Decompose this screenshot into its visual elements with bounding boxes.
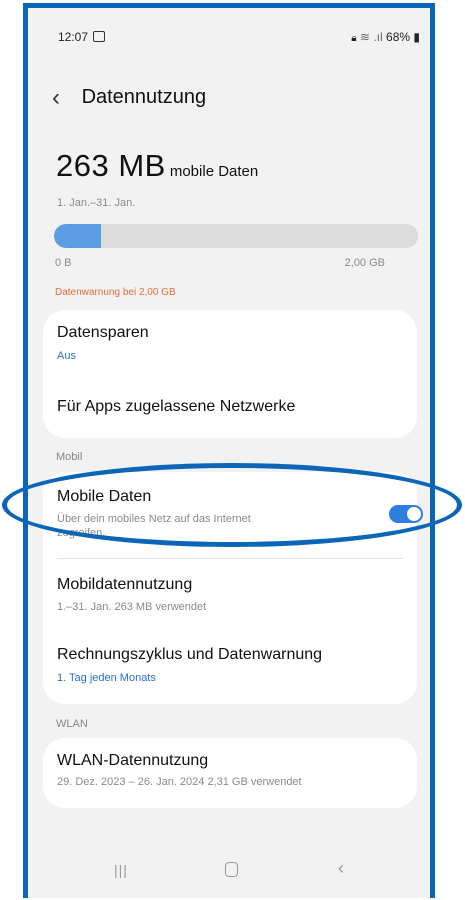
- nav-back-icon[interactable]: ‹: [338, 858, 344, 879]
- settings-card-saver: Datensparen Aus Für Apps zugelassene Net…: [43, 310, 417, 438]
- back-arrow-icon[interactable]: ‹: [52, 84, 76, 112]
- data-saver-value: Aus: [57, 350, 76, 362]
- allowed-networks-item[interactable]: Für Apps zugelassene Netzwerke: [43, 380, 417, 438]
- usage-summary: 263 MB mobile Daten: [56, 148, 258, 184]
- allowed-networks-title: Für Apps zugelassene Netzwerke: [57, 398, 296, 415]
- status-right: 🔒︎ ≋ .ıl 68% ▮: [351, 30, 420, 44]
- mobile-usage-subtitle: 1.–31. Jan. 263 MB verwendet: [57, 601, 207, 613]
- wifi-icon: ≋: [359, 30, 370, 44]
- mobile-usage-title: Mobildatennutzung: [57, 576, 193, 593]
- bar-min-label: 0 B: [55, 257, 72, 269]
- page-title: Datennutzung: [81, 86, 207, 108]
- usage-progress-bar: [54, 224, 418, 248]
- data-saver-item[interactable]: Datensparen Aus: [43, 310, 417, 374]
- data-warning-label: Datenwarnung bei 2,00 GB: [55, 287, 176, 298]
- status-bar: 12:07 🔒︎ ≋ .ıl 68% ▮: [58, 30, 420, 50]
- gallery-icon: [93, 31, 106, 42]
- signal-icon: .ıl: [373, 30, 383, 44]
- billing-cycle-title: Rechnungszyklus und Datenwarnung: [57, 646, 323, 663]
- battery-level: 68%: [386, 30, 411, 44]
- usage-amount: 263 MB: [56, 148, 166, 183]
- lock-icon: 🔒︎: [351, 33, 357, 44]
- usage-period: 1. Jan.–31. Jan.: [57, 197, 136, 209]
- highlight-ellipse: [2, 463, 462, 547]
- recent-apps-icon[interactable]: |||: [114, 862, 128, 878]
- battery-icon: ▮: [413, 30, 420, 44]
- data-saver-title: Datensparen: [57, 324, 149, 341]
- settings-card-wlan: WLAN-Datennutzung 29. Dez. 2023 – 26. Ja…: [43, 738, 417, 808]
- page-header: ‹ Datennutzung: [52, 84, 206, 112]
- mobile-usage-item[interactable]: Mobildatennutzung 1.–31. Jan. 263 MB ver…: [43, 560, 417, 630]
- section-header-wlan: WLAN: [56, 718, 88, 730]
- billing-cycle-value: 1. Tag jeden Monats: [57, 672, 156, 684]
- usage-label: mobile Daten: [169, 163, 259, 180]
- wlan-usage-subtitle: 29. Dez. 2023 – 26. Jan. 2024 2,31 GB ve…: [57, 776, 302, 788]
- status-time: 12:07: [58, 30, 106, 44]
- bar-max-label: 2,00 GB: [344, 257, 385, 269]
- wlan-usage-title: WLAN-Datennutzung: [57, 752, 209, 769]
- divider: [57, 558, 403, 559]
- usage-progress-fill: [54, 224, 102, 248]
- section-header-mobile: Mobil: [56, 451, 83, 463]
- phone-screen: 12:07 🔒︎ ≋ .ıl 68% ▮ ‹ Datennutzung 263 …: [23, 3, 435, 898]
- home-icon[interactable]: [225, 862, 238, 877]
- wlan-usage-item[interactable]: WLAN-Datennutzung 29. Dez. 2023 – 26. Ja…: [43, 738, 417, 808]
- navigation-bar: ||| ‹: [28, 850, 430, 890]
- billing-cycle-item[interactable]: Rechnungszyklus und Datenwarnung 1. Tag …: [43, 632, 417, 702]
